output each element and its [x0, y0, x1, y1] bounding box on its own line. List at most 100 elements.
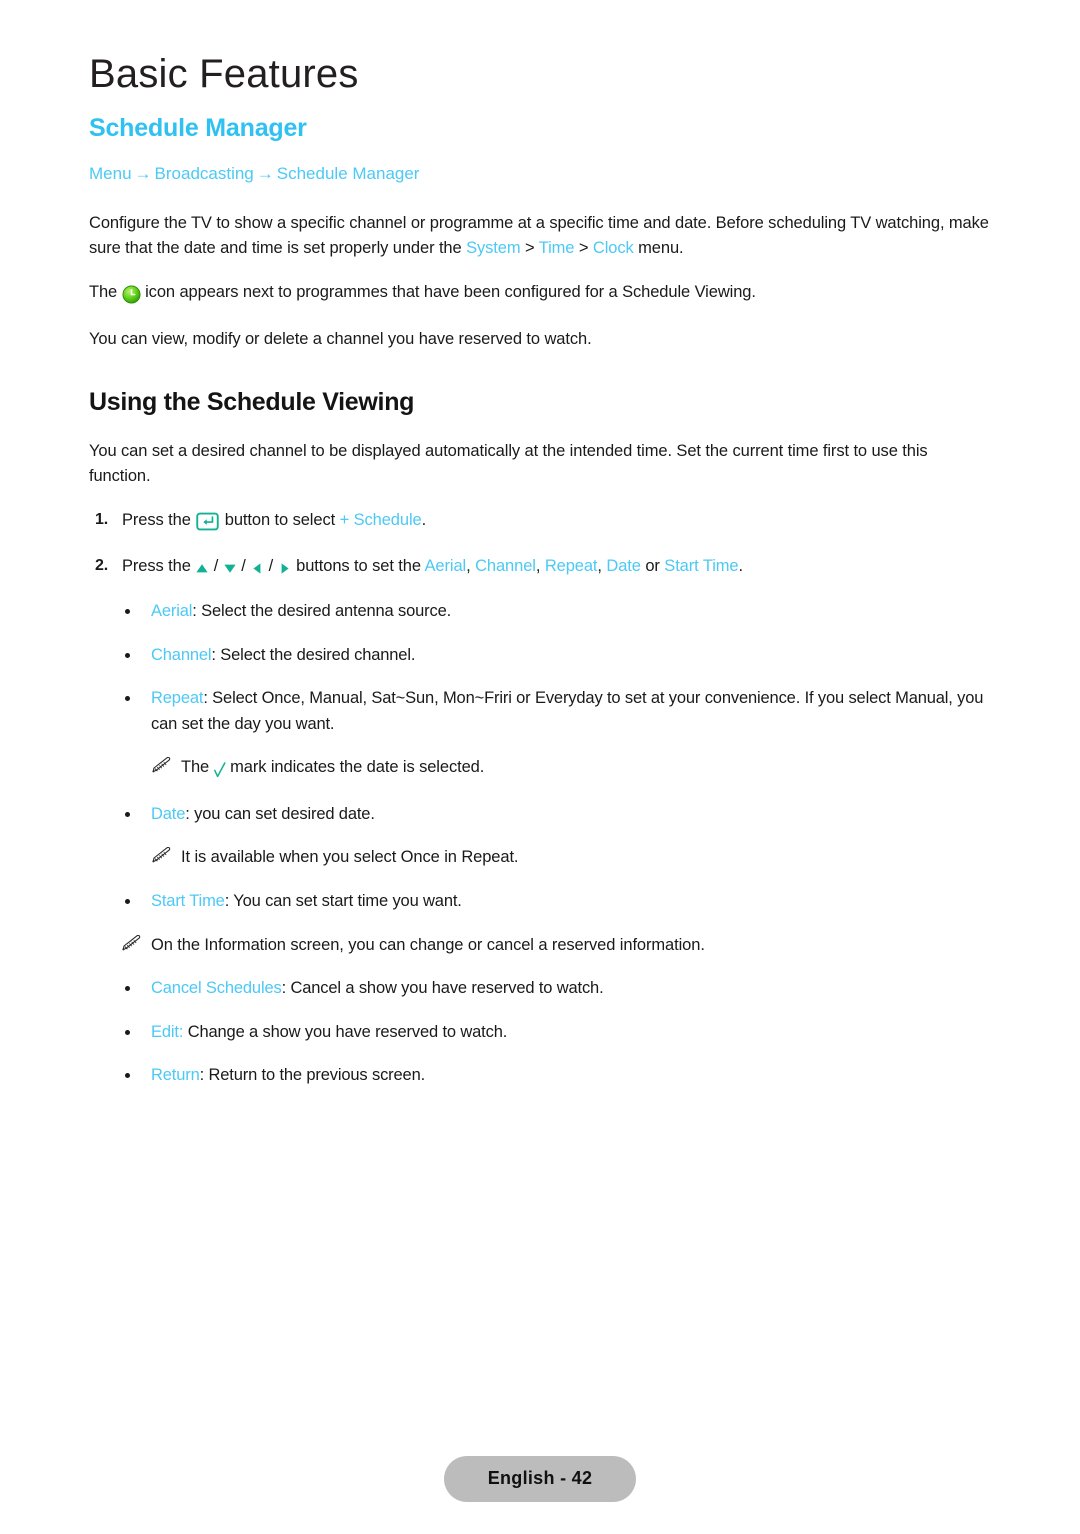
manual-page: Basic Features Schedule Manager Menu → Bro… — [0, 0, 1080, 1534]
intro-p1-sep-2: > — [574, 239, 593, 258]
link-channel[interactable]: Channel — [475, 557, 536, 575]
pencil-note-icon — [151, 757, 172, 774]
bullet-desc-edit: Change a show you have reserved to watch… — [183, 1022, 508, 1041]
bullet-term-repeat[interactable]: Repeat — [151, 689, 203, 707]
note-repeat-text-b: mark indicates the date is selected. — [225, 758, 485, 777]
note-information-text: On the Information screen, you can chang… — [151, 935, 705, 954]
page-number-badge: English - 42 — [443, 1456, 637, 1502]
bullet-term-edit[interactable]: Edit: — [151, 1023, 183, 1041]
note-date-text: It is available when you select Once in … — [181, 848, 519, 867]
link-time[interactable]: Time — [539, 239, 575, 257]
bullet-term-return[interactable]: Return — [151, 1066, 200, 1084]
link-clock[interactable]: Clock — [593, 239, 634, 257]
breadcrumb-arrow-icon-2: → — [256, 163, 274, 183]
step-2-sep-1: / — [209, 556, 223, 575]
bullet-dot-icon — [125, 609, 130, 615]
intro-p2-text-b: icon appears next to programmes that hav… — [140, 282, 756, 301]
intro-paragraph-1: Configure the TV to show a specific chan… — [89, 211, 993, 262]
link-date[interactable]: Date — [606, 557, 641, 575]
bullet-date-text: Date: you can set desired date. — [151, 802, 993, 828]
step-2-sep-2: / — [236, 556, 251, 575]
step-number-2: 2. — [95, 556, 109, 574]
bullet-aerial-text: Aerial: Select the desired antenna sourc… — [151, 599, 993, 625]
breadcrumb-item-schedule-manager[interactable]: Schedule Manager — [277, 164, 420, 183]
step-2-join-2: , — [535, 556, 545, 575]
list-item-repeat: Repeat: Select Once, Manual, Sat~Sun, Mo… — [89, 686, 993, 737]
link-start-time[interactable]: Start Time — [664, 557, 738, 575]
bullet-term-start-time[interactable]: Start Time — [151, 892, 225, 910]
up-arrow-icon — [195, 557, 209, 583]
bullet-desc-aerial: : Select the desired antenna source. — [192, 602, 452, 621]
list-item-date: Date: you can set desired date. — [89, 802, 993, 828]
breadcrumb-item-broadcasting[interactable]: Broadcasting — [155, 164, 254, 183]
step-number-1: 1. — [95, 510, 109, 528]
pencil-note-icon — [151, 847, 172, 864]
note-information-screen: On the Information screen, you can chang… — [89, 933, 993, 959]
steps-list: 1. Press the button to select + Schedule.… — [89, 508, 993, 582]
link-aerial[interactable]: Aerial — [425, 557, 467, 575]
step-2-join-4: or — [640, 556, 665, 575]
down-arrow-icon — [223, 557, 237, 583]
step-2-join-1: , — [466, 556, 476, 575]
actions-bullet-list: Cancel Schedules: Cancel a show you have… — [89, 976, 993, 1089]
intro-paragraph-3: You can view, modify or delete a channel… — [89, 329, 592, 348]
link-system[interactable]: System — [466, 239, 521, 257]
bullet-dot-icon — [125, 1073, 130, 1079]
check-mark-icon — [213, 758, 226, 784]
options-bullet-list: Aerial: Select the desired antenna sourc… — [89, 599, 993, 737]
intro-p1-sep-1: > — [520, 239, 539, 258]
step-1-text-b: button to select — [220, 510, 340, 529]
breadcrumb-arrow-icon-1: → — [134, 163, 152, 183]
pencil-note-icon — [121, 934, 142, 952]
bullet-return-text: Return: Return to the previous screen. — [151, 1063, 993, 1089]
left-arrow-icon — [250, 557, 264, 583]
link-repeat[interactable]: Repeat — [545, 557, 598, 575]
section-title: Schedule Manager — [89, 114, 307, 142]
step-2-sep-3: / — [264, 556, 278, 575]
intro-paragraph-2: The icon appears next to programmes that… — [89, 280, 993, 309]
list-item-return: Return: Return to the previous screen. — [89, 1063, 993, 1089]
breadcrumb: Menu → Broadcasting → Schedule Manager — [89, 163, 993, 185]
bullet-dot-icon — [125, 811, 130, 817]
bullet-desc-channel: : Select the desired channel. — [211, 645, 416, 664]
bullet-dot-icon — [125, 899, 130, 905]
step-item-2: 2. Press the / / / buttons to set the Aer… — [89, 554, 993, 583]
chapter-title: Basic Features — [89, 52, 359, 96]
options-bullet-list-2: Date: you can set desired date. — [89, 802, 993, 828]
link-add-schedule[interactable]: + Schedule — [340, 511, 422, 529]
bullet-dot-icon — [125, 696, 130, 702]
intro-p2-text-a: The — [89, 282, 122, 301]
note-repeat-text-a: The — [181, 758, 214, 777]
page-content: Basic Features Schedule Manager Menu → Bro… — [89, 52, 993, 1107]
bullet-term-cancel-schedules[interactable]: Cancel Schedules — [151, 979, 282, 997]
enter-button-icon — [195, 511, 220, 537]
step-1-text-c: . — [421, 510, 427, 529]
bullet-term-date[interactable]: Date — [151, 805, 185, 823]
note-date-availability: It is available when you select Once in … — [89, 845, 993, 871]
list-item-cancel-schedules: Cancel Schedules: Cancel a show you have… — [89, 976, 993, 1002]
note-repeat-checkmark: The mark indicates the date is selected. — [89, 755, 993, 784]
bullet-dot-icon — [125, 1029, 130, 1035]
bullet-repeat-text: Repeat: Select Once, Manual, Sat~Sun, Mo… — [151, 686, 993, 737]
bullet-desc-start-time: : You can set start time you want. — [224, 892, 462, 911]
list-item-start-time: Start Time: You can set start time you w… — [89, 889, 993, 915]
list-item-edit: Edit: Change a show you have reserved to… — [89, 1020, 993, 1046]
bullet-dot-icon — [125, 986, 130, 992]
subsection-intro-paragraph: You can set a desired channel to be disp… — [89, 441, 928, 486]
clock-icon — [122, 283, 141, 309]
bullet-cancel-schedules-text: Cancel Schedules: Cancel a show you have… — [151, 976, 993, 1002]
bullet-desc-cancel-schedules: : Cancel a show you have reserved to wat… — [281, 979, 604, 998]
bullet-term-channel[interactable]: Channel — [151, 646, 212, 664]
page-footer: English - 42 — [0, 1456, 1080, 1502]
bullet-edit-text: Edit: Change a show you have reserved to… — [151, 1020, 993, 1046]
step-1-text-a: Press the — [122, 510, 196, 529]
breadcrumb-item-menu[interactable]: Menu — [89, 164, 132, 183]
step-2-text-c: . — [738, 556, 743, 575]
step-item-1: 1. Press the button to select + Schedule. — [89, 508, 993, 537]
bullet-channel-text: Channel: Select the desired channel. — [151, 643, 993, 669]
bullet-desc-repeat: : Select Once, Manual, Sat~Sun, Mon~Frir… — [151, 689, 984, 733]
bullet-start-time-text: Start Time: You can set start time you w… — [151, 889, 993, 915]
intro-p1-text-b: menu. — [633, 239, 684, 258]
bullet-term-aerial[interactable]: Aerial — [151, 602, 192, 620]
subsection-title: Using the Schedule Viewing — [89, 388, 415, 417]
